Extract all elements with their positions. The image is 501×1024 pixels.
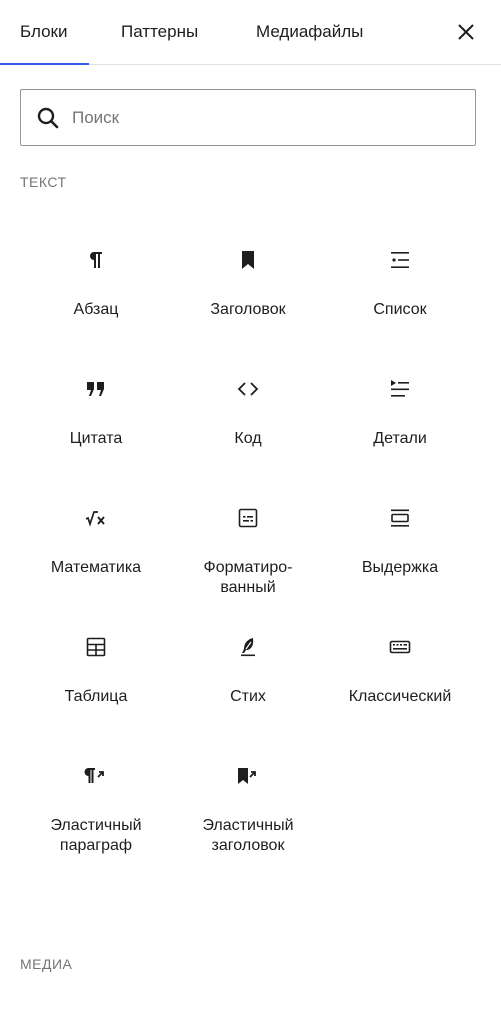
- block-label: Классический: [348, 688, 452, 705]
- block-fluid-paragraph[interactable]: Эластичный параграф: [20, 736, 172, 865]
- search-box[interactable]: [20, 89, 476, 146]
- block-list[interactable]: Список: [324, 220, 476, 349]
- verse-feather-icon: [236, 635, 260, 659]
- tab-patterns[interactable]: Паттерны: [121, 0, 198, 64]
- block-code[interactable]: Код: [172, 349, 324, 478]
- details-icon: [388, 377, 412, 401]
- tab-media[interactable]: Медиафайлы: [256, 0, 363, 64]
- block-paragraph[interactable]: Абзац: [20, 220, 172, 349]
- block-label: Выдержка: [361, 559, 439, 576]
- block-label: Цитата: [69, 430, 123, 447]
- preformatted-icon: [236, 506, 260, 530]
- block-pullquote[interactable]: Выдержка: [324, 478, 476, 607]
- block-label: Стих: [230, 688, 266, 705]
- list-icon: [388, 248, 412, 272]
- pullquote-icon: [388, 506, 412, 530]
- quote-icon: [84, 377, 108, 401]
- block-table[interactable]: Таблица: [20, 607, 172, 736]
- block-grid: Абзац Заголовок Список Цитата Код Детали: [20, 220, 476, 865]
- search-icon: [37, 107, 59, 128]
- block-label: Математика: [50, 559, 142, 576]
- block-label: Абзац: [73, 301, 119, 318]
- section-title-text: Текст: [20, 174, 67, 190]
- block-label: Форматиро- ванный: [203, 559, 293, 596]
- block-quote[interactable]: Цитата: [20, 349, 172, 478]
- block-label: Код: [234, 430, 262, 447]
- block-preformatted[interactable]: Форматиро- ванный: [172, 478, 324, 607]
- heading-bookmark-icon: [236, 248, 260, 272]
- tab-blocks[interactable]: Блоки: [0, 0, 91, 65]
- block-details[interactable]: Детали: [324, 349, 476, 478]
- block-label: Детали: [373, 430, 427, 447]
- table-icon: [84, 635, 108, 659]
- block-fluid-heading[interactable]: Эластичный заголовок: [172, 736, 324, 865]
- block-label: Эластичный заголовок: [202, 817, 294, 854]
- search-input[interactable]: [72, 107, 452, 128]
- close-button[interactable]: [450, 16, 482, 48]
- block-heading[interactable]: Заголовок: [172, 220, 324, 349]
- math-icon: [84, 506, 108, 530]
- inserter-tabs: Блоки Паттерны Медиафайлы: [0, 0, 501, 65]
- section-title-media: Медиа: [20, 956, 73, 972]
- block-label: Эластичный параграф: [50, 817, 142, 854]
- block-label: Заголовок: [210, 301, 286, 318]
- block-math[interactable]: Математика: [20, 478, 172, 607]
- fluid-heading-icon: [236, 764, 260, 788]
- paragraph-icon: [84, 248, 108, 272]
- block-label: Список: [373, 301, 427, 318]
- block-label: Таблица: [64, 688, 128, 705]
- block-verse[interactable]: Стих: [172, 607, 324, 736]
- keyboard-icon: [388, 635, 412, 659]
- block-classic[interactable]: Классический: [324, 607, 476, 736]
- close-icon: [458, 24, 474, 40]
- fluid-paragraph-icon: [84, 764, 108, 788]
- code-icon: [236, 377, 260, 401]
